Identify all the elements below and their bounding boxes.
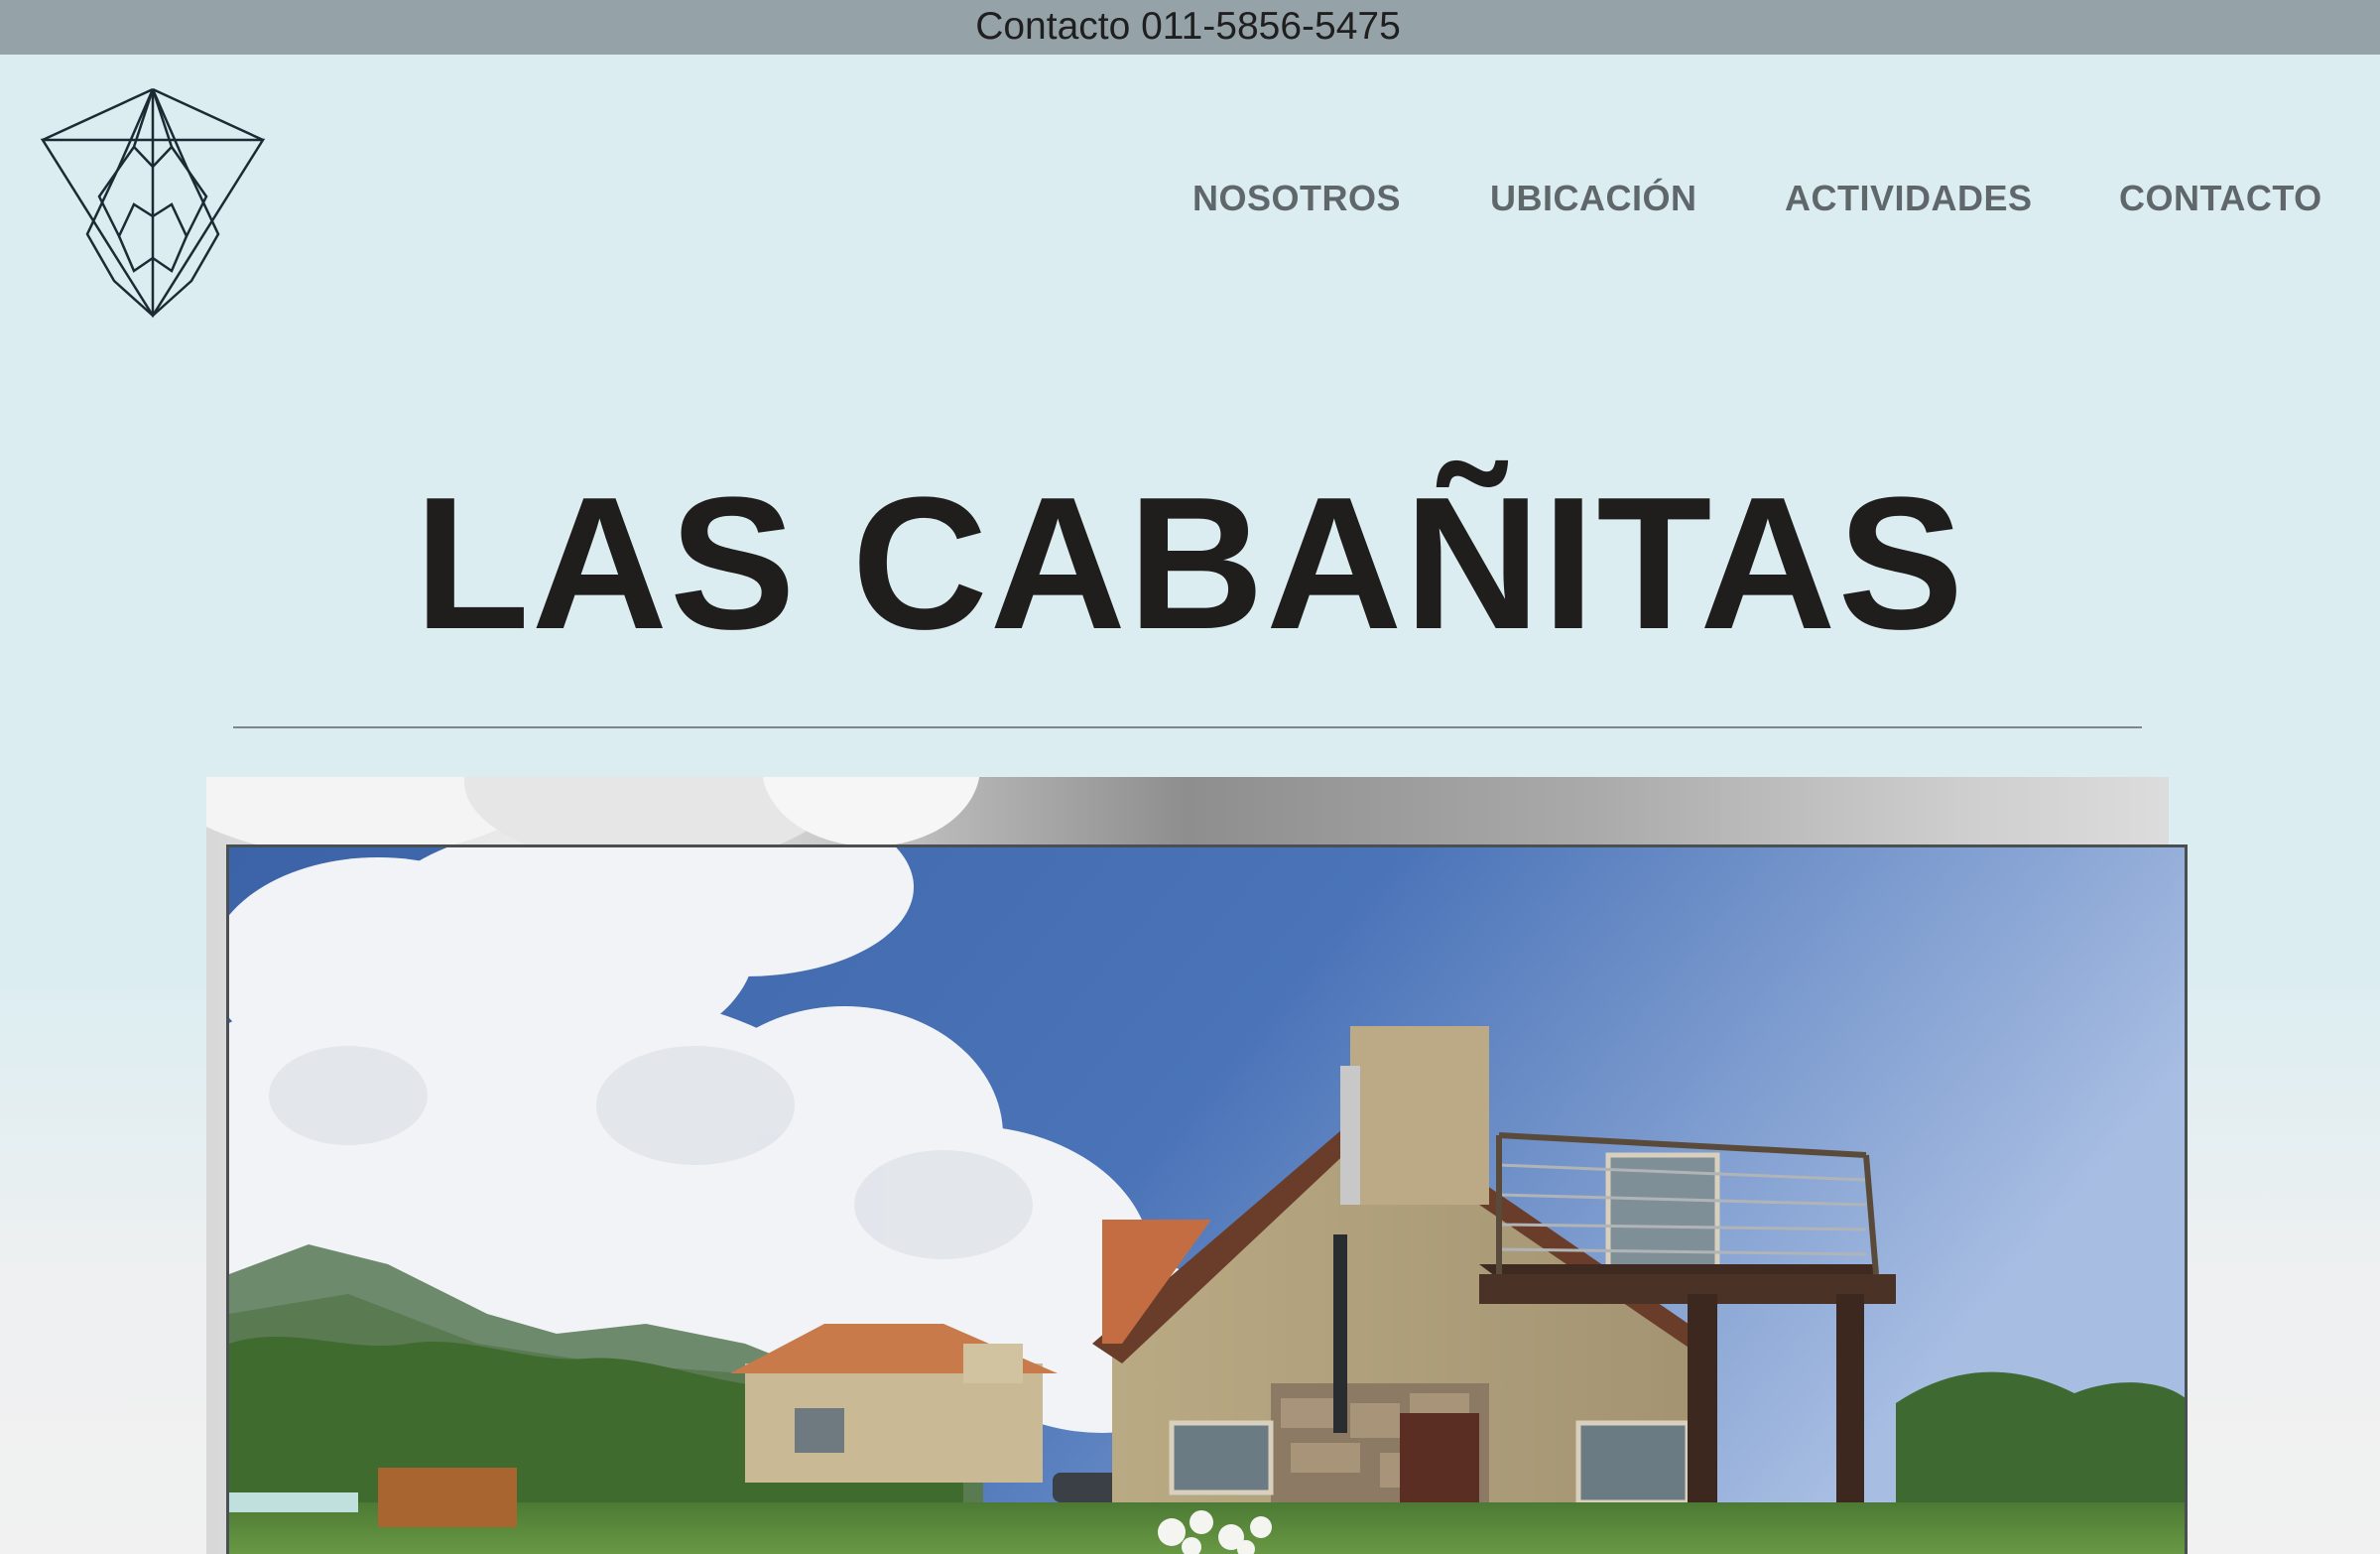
page-title: LAS CABAÑITAS: [414, 458, 1966, 669]
nav-item-contacto[interactable]: CONTACTO: [2119, 174, 2322, 223]
nav-item-actividades[interactable]: ACTIVIDADES: [1785, 174, 2033, 223]
site-logo-icon[interactable]: [40, 87, 268, 321]
contact-bar-text[interactable]: Contacto 011-5856-5475: [975, 5, 1401, 49]
cabin-photo: [226, 844, 2188, 1554]
contact-bar: Contacto 011-5856-5475: [0, 0, 2380, 55]
nav-item-ubicacion[interactable]: UBICACIÓN: [1490, 174, 1697, 223]
nav-item-nosotros[interactable]: NOSOTROS: [1192, 174, 1401, 223]
title-divider: [233, 726, 2142, 728]
